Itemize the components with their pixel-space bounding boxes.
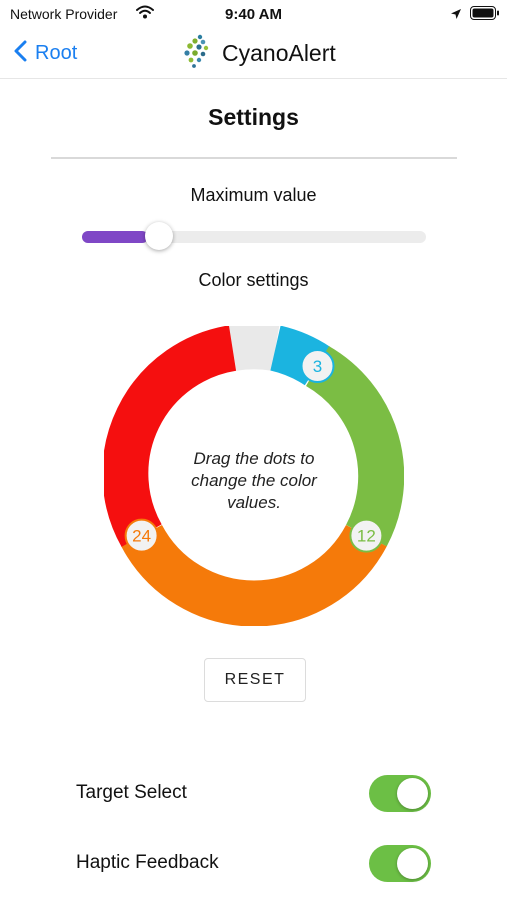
ring-segment-blank: [228, 323, 280, 371]
color-settings-label: Color settings: [198, 270, 309, 290]
haptic-feedback-label: Haptic Feedback: [76, 852, 219, 873]
maximum-value-label: Maximum value: [190, 185, 317, 205]
navigation-bar: Root CyanoAlert: [0, 28, 507, 79]
ring-handle-24[interactable]: 24: [124, 518, 159, 553]
section-divider: [51, 157, 457, 159]
slider-fill: [82, 231, 148, 243]
status-bar: Network Provider 9:40 AM: [0, 0, 507, 28]
target-select-row: Target Select: [76, 773, 431, 813]
status-time: 9:40 AM: [225, 6, 282, 23]
slider-thumb[interactable]: [144, 222, 173, 250]
ring-segment-orange: [121, 524, 387, 627]
ring-handle-3[interactable]: 3: [300, 349, 335, 384]
app-title: CyanoAlert: [178, 34, 336, 73]
ring-handle-24-label: 24: [132, 527, 151, 546]
ring-hint-text: Drag the dots to change the color values…: [191, 449, 317, 512]
reset-button[interactable]: RESET: [204, 658, 306, 702]
ring-handle-3-label: 3: [313, 357, 322, 376]
chevron-left-icon: [14, 40, 27, 67]
toggle-knob: [397, 778, 428, 809]
back-button-label: Root: [35, 41, 78, 64]
page-title: Settings: [208, 104, 299, 130]
battery-icon: [470, 6, 500, 25]
app-name: CyanoAlert: [222, 39, 336, 66]
maximum-value-slider[interactable]: [82, 220, 426, 254]
haptic-feedback-row: Haptic Feedback: [76, 843, 431, 883]
haptic-feedback-toggle[interactable]: [369, 845, 431, 882]
ring-handle-12-label: 12: [357, 527, 376, 546]
toggle-knob: [397, 848, 428, 879]
target-select-toggle[interactable]: [369, 775, 431, 812]
target-select-label: Target Select: [76, 782, 187, 803]
cyanoalert-logo-icon: [178, 34, 212, 73]
ring-handle-12[interactable]: 12: [349, 518, 384, 553]
location-arrow-icon: [450, 7, 462, 25]
back-button[interactable]: Root: [14, 38, 77, 68]
